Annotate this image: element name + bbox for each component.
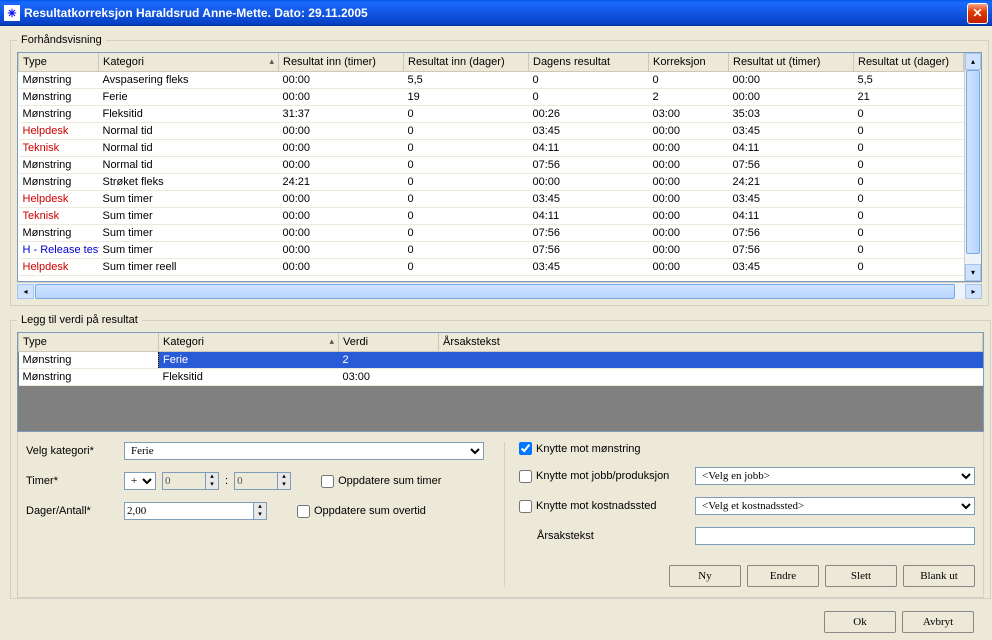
knytte-kostnad[interactable]: Knytte mot kostnadssted — [519, 500, 689, 513]
knytte-jobb[interactable]: Knytte mot jobb/produksjon — [519, 470, 689, 483]
spin-up-icon[interactable]: ▴ — [206, 473, 218, 481]
hscroll-thumb[interactable] — [35, 284, 955, 299]
velg-kategori-select[interactable]: Ferie — [124, 442, 484, 460]
dager-label: Dager/Antall* — [26, 505, 118, 517]
ny-button[interactable]: Ny — [669, 565, 741, 587]
add-header[interactable]: Type — [19, 333, 159, 351]
knytte-monstring-checkbox[interactable] — [519, 442, 532, 455]
avbryt-button[interactable]: Avbryt — [902, 611, 974, 633]
scroll-right-icon[interactable]: ▸ — [965, 284, 982, 299]
table-row[interactable]: TekniskNormal tid00:00004:1100:0004:110 — [19, 139, 964, 156]
app-icon: ✳ — [4, 5, 20, 21]
kostnad-select[interactable]: <Velg et kostnadssted> — [695, 497, 975, 515]
table-row[interactable]: MønstringAvspasering fleks00:005,50000:0… — [19, 71, 964, 88]
preview-header[interactable]: Resultat ut (timer) — [729, 53, 854, 71]
table-row[interactable]: MønstringSum timer00:00007:5600:0007:560 — [19, 224, 964, 241]
timer-hours-input[interactable] — [162, 472, 206, 490]
timer-sign-select[interactable]: + — [124, 472, 156, 490]
table-row[interactable]: MønstringStrøket fleks24:21000:0000:0024… — [19, 173, 964, 190]
table-row[interactable]: MønstringFleksitid31:37000:2603:0035:030 — [19, 105, 964, 122]
velg-kategori-label: Velg kategori* — [26, 445, 118, 457]
knytte-monstring[interactable]: Knytte mot mønstring — [519, 442, 689, 455]
jobb-select[interactable]: <Velg en jobb> — [695, 467, 975, 485]
spin-up-icon[interactable]: ▴ — [278, 473, 290, 481]
window-title: Resultatkorreksjon Haraldsrud Anne-Mette… — [24, 6, 967, 20]
scroll-down-icon[interactable]: ▾ — [965, 264, 981, 281]
table-row[interactable]: MønstringFleksitid03:00 — [19, 368, 983, 385]
timer-minutes-spinner[interactable]: ▴▾ — [234, 472, 291, 490]
preview-header[interactable]: Resultat ut (dager) — [854, 53, 964, 71]
timer-minutes-input[interactable] — [234, 472, 278, 490]
add-header[interactable]: Verdi — [339, 333, 439, 351]
scroll-up-icon[interactable]: ▴ — [965, 53, 981, 70]
add-header[interactable]: Kategori — [159, 333, 339, 351]
spin-down-icon[interactable]: ▾ — [254, 511, 266, 519]
spin-up-icon[interactable]: ▴ — [254, 503, 266, 511]
table-row[interactable]: HelpdeskSum timer00:00003:4500:0003:450 — [19, 190, 964, 207]
table-row[interactable]: H - Release testSum timer00:00007:5600:0… — [19, 241, 964, 258]
ok-button[interactable]: Ok — [824, 611, 896, 633]
preview-header[interactable]: Resultat inn (timer) — [279, 53, 404, 71]
preview-horizontal-scrollbar[interactable]: ◂ ▸ — [17, 282, 982, 299]
preview-legend: Forhåndsvisning — [17, 34, 106, 46]
table-row[interactable]: MønstringNormal tid00:00007:5600:0007:56… — [19, 156, 964, 173]
table-row[interactable]: TekniskSum timer00:00004:1100:0004:110 — [19, 207, 964, 224]
knytte-kostnad-checkbox[interactable] — [519, 500, 532, 513]
preview-header[interactable]: Korreksjon — [649, 53, 729, 71]
preview-vertical-scrollbar[interactable]: ▴ ▾ — [964, 53, 981, 281]
table-row[interactable]: MønstringFerie00:00190200:0021 — [19, 88, 964, 105]
preview-header[interactable]: Type — [19, 53, 99, 71]
preview-header[interactable]: Kategori — [99, 53, 279, 71]
preview-table[interactable]: TypeKategoriResultat inn (timer)Resultat… — [18, 53, 964, 281]
arsak-input[interactable] — [695, 527, 975, 545]
preview-group: Forhåndsvisning TypeKategoriResultat inn… — [10, 34, 989, 306]
blank-button[interactable]: Blank ut — [903, 565, 975, 587]
scroll-thumb[interactable] — [966, 70, 980, 254]
table-row[interactable]: HelpdeskSum timer reell00:00003:4500:000… — [19, 258, 964, 275]
table-row[interactable]: HelpdeskNormal tid00:00003:4500:0003:450 — [19, 122, 964, 139]
table-row[interactable]: MønstringFerie2 — [19, 351, 983, 368]
spin-down-icon[interactable]: ▾ — [278, 481, 290, 489]
knytte-jobb-checkbox[interactable] — [519, 470, 532, 483]
preview-header[interactable]: Resultat inn (dager) — [404, 53, 529, 71]
dager-input[interactable] — [124, 502, 254, 520]
spin-down-icon[interactable]: ▾ — [206, 481, 218, 489]
arsak-label: Årsakstekst — [519, 530, 689, 542]
oppdatere-sum-overtid[interactable]: Oppdatere sum overtid — [297, 505, 426, 518]
add-legend: Legg til verdi på resultat — [17, 314, 142, 326]
add-table[interactable]: TypeKategoriVerdiÅrsakstekst MønstringFe… — [17, 332, 984, 432]
slett-button[interactable]: Slett — [825, 565, 897, 587]
endre-button[interactable]: Endre — [747, 565, 819, 587]
add-group: Legg til verdi på resultat TypeKategoriV… — [10, 314, 991, 599]
close-button[interactable]: ✕ — [967, 3, 988, 24]
oppdatere-sum-overtid-checkbox[interactable] — [297, 505, 310, 518]
title-bar: ✳ Resultatkorreksjon Haraldsrud Anne-Met… — [0, 0, 992, 26]
scroll-left-icon[interactable]: ◂ — [17, 284, 34, 299]
oppdatere-sum-timer-checkbox[interactable] — [321, 475, 334, 488]
add-header[interactable]: Årsakstekst — [439, 333, 983, 351]
preview-header[interactable]: Dagens resultat — [529, 53, 649, 71]
dager-spinner[interactable]: ▴▾ — [124, 502, 267, 520]
oppdatere-sum-timer[interactable]: Oppdatere sum timer — [321, 475, 441, 488]
timer-label: Timer* — [26, 475, 118, 487]
timer-hours-spinner[interactable]: ▴▾ — [162, 472, 219, 490]
